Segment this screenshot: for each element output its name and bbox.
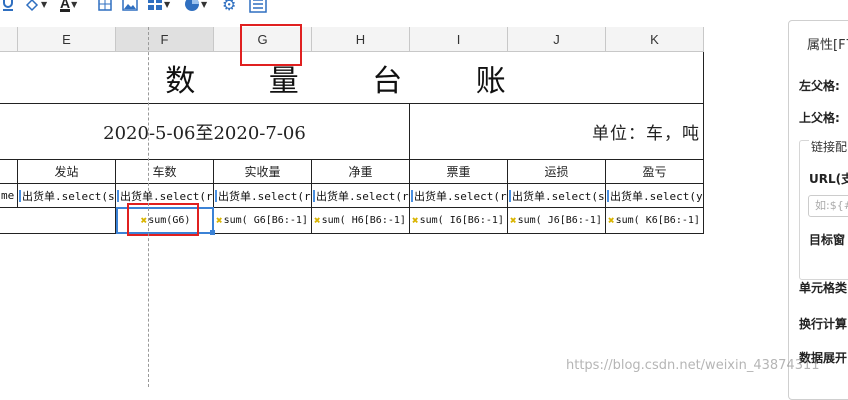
header-cell-car-count[interactable]: 车数 xyxy=(116,160,214,184)
sum-cell[interactable]: ✖ sum( G6[B6:-1] xyxy=(214,208,312,234)
highlight-box-column-g xyxy=(240,24,302,66)
chart-button[interactable]: ▼ xyxy=(184,0,207,14)
column-header-k[interactable]: K xyxy=(606,27,704,52)
link-config-legend: 链接配 xyxy=(809,138,848,155)
sum-cell[interactable]: ✖ sum( H6[B6:-1] xyxy=(312,208,410,234)
url-input[interactable]: 如:${# xyxy=(808,195,848,217)
sum-cell[interactable]: ✖ sum( K6[B6:-1] xyxy=(606,208,704,234)
target-window-label: 目标窗 xyxy=(809,233,846,247)
insert-image-button[interactable] xyxy=(122,0,138,14)
header-cell-received[interactable]: 实收量 xyxy=(214,160,312,184)
column-header-e[interactable]: E xyxy=(18,27,116,52)
table-cell[interactable] xyxy=(0,208,116,234)
sum-icon: ✖ xyxy=(216,214,223,227)
watermark: https://blog.csdn.net/weixin_43874311 xyxy=(566,358,820,373)
data-cell[interactable]: 出货单.select(r xyxy=(312,184,410,208)
cell-type-label: 单元格类 xyxy=(799,281,848,295)
data-cell[interactable]: 出货单.select(s xyxy=(508,184,606,208)
column-header-i[interactable]: I xyxy=(410,27,508,52)
chevron-down-icon: ▼ xyxy=(201,0,208,9)
cell-marker-icon xyxy=(607,189,609,202)
font-color-button[interactable]: A ▼ xyxy=(60,0,77,14)
data-cell[interactable]: 出货单.select(s xyxy=(18,184,116,208)
chevron-down-icon: ▼ xyxy=(41,0,48,9)
sum-cell[interactable]: ✖ sum( J6[B6:-1] xyxy=(508,208,606,234)
settings-button[interactable]: ⚙ xyxy=(222,0,236,14)
cell-formula: sum( K6[B6:-1] xyxy=(615,215,700,226)
column-header-f[interactable]: F xyxy=(116,27,214,52)
top-parent-label: 上父格: xyxy=(799,111,840,125)
cell-formula: sum( H6[B6:-1] xyxy=(321,215,406,226)
cell-marker-icon xyxy=(215,189,217,202)
cell-formula: 出货单.select(r xyxy=(414,189,507,203)
chevron-down-icon: ▼ xyxy=(164,0,171,9)
cell-text: me xyxy=(1,189,15,202)
column-guide-line xyxy=(148,27,149,387)
cell-formula: 出货单.select(s xyxy=(512,189,605,203)
column-header-j[interactable]: J xyxy=(508,27,606,52)
chart-icon xyxy=(185,0,199,11)
report-title[interactable]: 数 量 台 账 xyxy=(0,52,704,104)
header-cell-net-weight[interactable]: 净重 xyxy=(312,160,410,184)
sum-icon: ✖ xyxy=(412,214,419,227)
row-header-corner xyxy=(0,27,18,52)
panel-title: 属性[F7 xyxy=(807,38,848,53)
data-cell[interactable]: 出货单.select(r xyxy=(410,184,508,208)
document-button[interactable] xyxy=(248,0,268,14)
table-cell[interactable]: me xyxy=(0,184,18,208)
cell-marker-icon xyxy=(411,189,413,202)
sum-icon: ✖ xyxy=(510,214,517,227)
sum-icon: ✖ xyxy=(608,214,615,227)
column-header-h[interactable]: H xyxy=(312,27,410,52)
cell-marker-icon xyxy=(509,189,511,202)
cell-marker-icon xyxy=(117,189,119,202)
underline-button[interactable] xyxy=(2,0,14,14)
fill-color-button[interactable]: ▼ xyxy=(24,0,47,14)
header-cell-transport-loss[interactable]: 运损 xyxy=(508,160,606,184)
cell-formula: sum( G6[B6:-1] xyxy=(223,215,308,226)
barcode-button[interactable]: ▼ xyxy=(147,0,170,14)
cell-formula: sum( I6[B6:-1] xyxy=(419,215,504,226)
header-cell-station[interactable]: 发站 xyxy=(18,160,116,184)
data-cell[interactable]: 出货单.select(r xyxy=(214,184,312,208)
fill-color-icon xyxy=(25,0,39,12)
cell-marker-icon xyxy=(19,189,21,202)
spreadsheet-grid[interactable]: E F G H I J K 数 量 台 账 2020-5-06至2020-7-0… xyxy=(0,27,704,387)
border-button[interactable] xyxy=(98,0,112,14)
sum-icon: ✖ xyxy=(314,214,321,227)
cell-formula: 出货单.select(s xyxy=(22,189,115,203)
cell-formula: 出货单.select(r xyxy=(218,189,311,203)
toolbar: ▼ A ▼ ▼ ▼ ⚙ xyxy=(0,0,300,20)
fill-handle[interactable] xyxy=(210,230,215,235)
data-cell[interactable]: 出货单.select(y xyxy=(606,184,704,208)
header-cell-profit-loss[interactable]: 盈亏 xyxy=(606,160,704,184)
date-range-cell[interactable]: 2020-5-06至2020-7-06 xyxy=(0,104,410,160)
cell-formula: 出货单.select(r xyxy=(120,189,213,203)
table-cell[interactable] xyxy=(0,160,18,184)
cell-formula: 出货单.select(r xyxy=(316,189,409,203)
sum-cell[interactable]: ✖ sum( I6[B6:-1] xyxy=(410,208,508,234)
unit-cell[interactable]: 单位：车，吨 xyxy=(410,104,704,160)
cell-formula: sum( J6[B6:-1] xyxy=(517,215,602,226)
image-icon xyxy=(122,0,138,11)
document-icon xyxy=(249,0,267,13)
highlight-box-cell-f7 xyxy=(127,203,199,236)
wrap-calc-label: 换行计算 xyxy=(799,317,848,331)
cell-marker-icon xyxy=(313,189,315,202)
cell-formula: 出货单.select(y xyxy=(610,189,703,203)
left-parent-label: 左父格: xyxy=(799,79,840,93)
barcode-icon xyxy=(148,0,162,10)
properties-panel: 属性[F7 左父格: 上父格: 链接配 URL(支 如:${# 目标窗 单元格类… xyxy=(788,20,848,400)
header-cell-ticket-weight[interactable]: 票重 xyxy=(410,160,508,184)
url-label: URL(支 xyxy=(809,172,848,186)
settings-icon: ⚙ xyxy=(222,0,237,14)
underline-icon xyxy=(3,0,13,11)
font-color-icon: A xyxy=(60,0,71,12)
chevron-down-icon: ▼ xyxy=(71,0,78,9)
border-icon xyxy=(98,0,112,11)
